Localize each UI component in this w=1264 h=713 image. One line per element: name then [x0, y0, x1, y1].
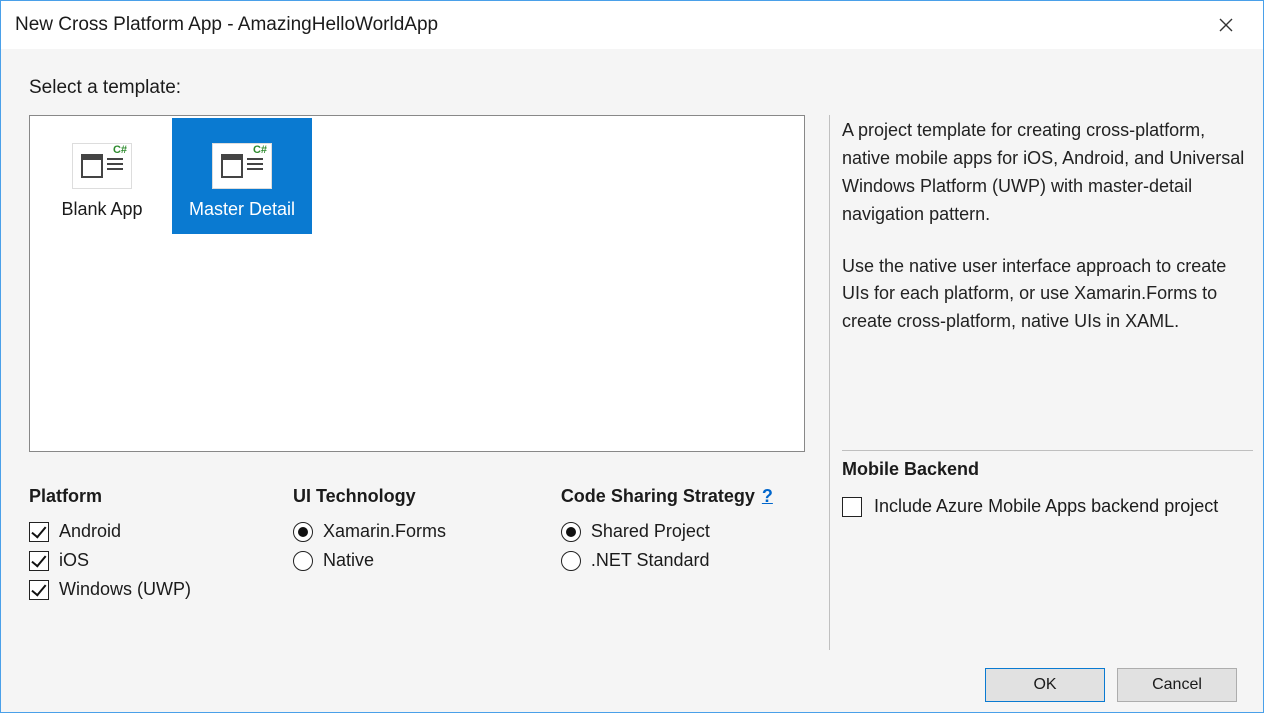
template-label: Blank App: [61, 199, 142, 220]
template-description: A project template for creating cross-pl…: [842, 117, 1253, 360]
codesharing-netstandard-radio[interactable]: .NET Standard: [561, 550, 805, 571]
radio-icon: [561, 522, 581, 542]
radio-label: Shared Project: [591, 521, 710, 542]
platform-ios-checkbox[interactable]: iOS: [29, 550, 283, 571]
template-icon: C#: [212, 143, 272, 189]
code-sharing-heading: Code Sharing Strategy ?: [561, 486, 805, 507]
checkbox-label: Windows (UWP): [59, 579, 191, 600]
radio-icon: [293, 522, 313, 542]
options-row: Platform Android iOS: [29, 486, 805, 608]
include-azure-backend-checkbox[interactable]: Include Azure Mobile Apps backend projec…: [842, 496, 1253, 517]
close-button[interactable]: [1203, 9, 1249, 41]
checkbox-label: Include Azure Mobile Apps backend projec…: [874, 496, 1218, 517]
template-list[interactable]: C# Blank App C# Master Detail: [29, 115, 805, 452]
radio-label: Xamarin.Forms: [323, 521, 446, 542]
template-item-blank-app[interactable]: C# Blank App: [32, 118, 172, 234]
window-title: New Cross Platform App - AmazingHelloWor…: [15, 14, 438, 36]
checkbox-icon: [29, 551, 49, 571]
ui-technology-group: UI Technology Xamarin.Forms Native: [293, 486, 551, 608]
select-template-label: Select a template:: [29, 77, 1253, 99]
close-icon: [1219, 18, 1233, 32]
code-sharing-heading-text: Code Sharing Strategy: [561, 486, 755, 506]
description-paragraph: A project template for creating cross-pl…: [842, 117, 1253, 229]
help-link[interactable]: ?: [762, 486, 773, 506]
divider: [842, 450, 1253, 451]
checkbox-label: Android: [59, 521, 121, 542]
checkbox-icon: [29, 522, 49, 542]
right-column: A project template for creating cross-pl…: [829, 115, 1253, 650]
ui-technology-heading: UI Technology: [293, 486, 551, 507]
platform-heading: Platform: [29, 486, 283, 507]
checkbox-icon: [842, 497, 862, 517]
content-columns: C# Blank App C# Master Detail Platform: [29, 115, 1253, 650]
code-sharing-group: Code Sharing Strategy ? Shared Project .…: [561, 486, 805, 608]
description-paragraph: Use the native user interface approach t…: [842, 253, 1253, 337]
checkbox-label: iOS: [59, 550, 89, 571]
radio-icon: [293, 551, 313, 571]
mobile-backend-heading: Mobile Backend: [842, 459, 1253, 480]
left-column: C# Blank App C# Master Detail Platform: [29, 115, 805, 650]
template-item-master-detail[interactable]: C# Master Detail: [172, 118, 312, 234]
radio-label: Native: [323, 550, 374, 571]
platform-android-checkbox[interactable]: Android: [29, 521, 283, 542]
uitech-xamarinforms-radio[interactable]: Xamarin.Forms: [293, 521, 551, 542]
template-label: Master Detail: [189, 199, 295, 220]
ok-button[interactable]: OK: [985, 668, 1105, 702]
uitech-native-radio[interactable]: Native: [293, 550, 551, 571]
dialog-window: New Cross Platform App - AmazingHelloWor…: [0, 0, 1264, 713]
dialog-footer: OK Cancel: [29, 650, 1253, 702]
platform-group: Platform Android iOS: [29, 486, 283, 608]
dialog-body: Select a template: C# Blank App C# Maste: [1, 49, 1263, 712]
titlebar: New Cross Platform App - AmazingHelloWor…: [1, 1, 1263, 49]
radio-label: .NET Standard: [591, 550, 710, 571]
platform-uwp-checkbox[interactable]: Windows (UWP): [29, 579, 283, 600]
cancel-button[interactable]: Cancel: [1117, 668, 1237, 702]
checkbox-icon: [29, 580, 49, 600]
codesharing-sharedproject-radio[interactable]: Shared Project: [561, 521, 805, 542]
radio-icon: [561, 551, 581, 571]
template-icon: C#: [72, 143, 132, 189]
